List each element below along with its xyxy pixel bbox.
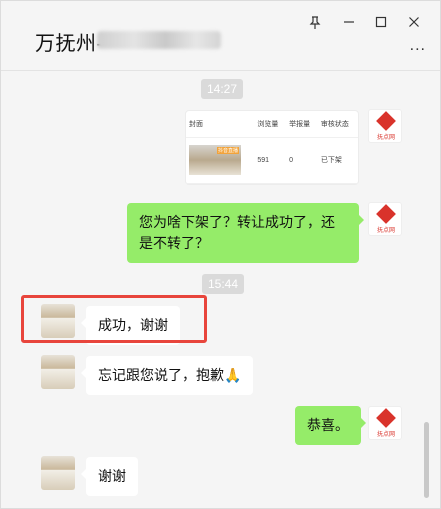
svg-text:抚点网: 抚点网 bbox=[377, 430, 395, 438]
svg-text:抚点网: 抚点网 bbox=[377, 133, 395, 141]
card-header-cover: 封面 bbox=[186, 111, 255, 138]
card-header-views: 浏览量 bbox=[254, 111, 287, 138]
logo-icon: 抚点网 bbox=[376, 111, 396, 141]
blurred-name bbox=[97, 31, 221, 49]
card-status: 已下架 bbox=[317, 137, 358, 184]
chat-title: 万抚州- bbox=[35, 33, 104, 55]
title-bar: 万抚州- ... bbox=[1, 1, 440, 71]
self-avatar[interactable]: 抚点网 bbox=[368, 202, 402, 236]
scrollbar[interactable] bbox=[424, 422, 429, 498]
logo-icon: 抚点网 bbox=[376, 204, 396, 234]
contact-avatar[interactable] bbox=[41, 355, 75, 389]
minimize-icon[interactable] bbox=[338, 11, 360, 33]
highlight-box bbox=[21, 295, 207, 343]
message-bubble-outgoing[interactable]: 恭喜。 bbox=[295, 406, 366, 445]
timestamp: 15:44 bbox=[202, 274, 245, 294]
message-bubble-outgoing[interactable]: 您为啥下架了？转让成功了，还是不转了？ bbox=[127, 203, 364, 263]
svg-text:抚点网: 抚点网 bbox=[377, 226, 395, 234]
timestamp: 14:27 bbox=[201, 79, 244, 99]
card-thumbnail: 抖音直播 bbox=[186, 137, 255, 184]
logo-icon: 抚点网 bbox=[376, 408, 396, 438]
card-views: 591 bbox=[254, 137, 287, 184]
close-icon[interactable] bbox=[403, 11, 425, 33]
message-bubble-incoming[interactable]: 谢谢 bbox=[81, 457, 138, 496]
pin-icon[interactable] bbox=[304, 11, 326, 33]
card-header-reports: 举报量 bbox=[286, 111, 318, 138]
chat-window: 万抚州- ... 14:27 封面 浏览量 举报量 审核状态 抖音直播 591 … bbox=[0, 0, 441, 509]
message-list[interactable]: 14:27 封面 浏览量 举报量 审核状态 抖音直播 591 0 已下架 抚点网… bbox=[11, 72, 431, 502]
listing-card[interactable]: 封面 浏览量 举报量 审核状态 抖音直播 591 0 已下架 bbox=[185, 110, 359, 185]
card-header-status: 审核状态 bbox=[317, 111, 358, 138]
thumb-tag: 抖音直播 bbox=[216, 147, 239, 154]
card-reports: 0 bbox=[286, 137, 318, 184]
message-bubble-incoming[interactable]: 忘记跟您说了，抱歉🙏 bbox=[80, 356, 254, 395]
self-avatar[interactable]: 抚点网 bbox=[368, 406, 402, 440]
more-button[interactable]: ... bbox=[410, 37, 426, 55]
maximize-icon[interactable] bbox=[370, 11, 392, 33]
self-avatar[interactable]: 抚点网 bbox=[368, 109, 402, 143]
contact-avatar[interactable] bbox=[41, 456, 75, 490]
